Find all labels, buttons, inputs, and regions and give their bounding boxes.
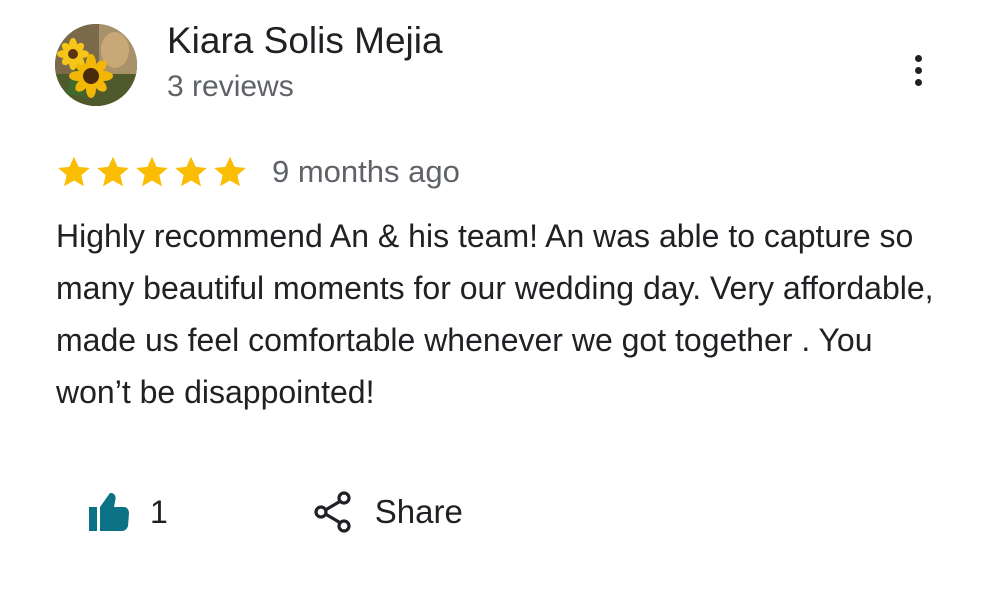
star-icon — [58, 156, 90, 187]
sunflower-avatar-icon — [55, 24, 137, 106]
star-rating — [56, 154, 248, 190]
review-text: Highly recommend An & his team! An was a… — [56, 218, 934, 410]
author-avatar[interactable] — [55, 24, 137, 106]
share-icon — [314, 491, 351, 533]
review-actions: 1 Share — [88, 488, 463, 536]
like-button[interactable]: 1 — [88, 492, 168, 532]
more-options-button[interactable] — [900, 46, 936, 94]
thumbs-up-icon — [89, 493, 129, 531]
review-card: Kiara Solis Mejia 3 reviews 9 months ago… — [0, 0, 986, 603]
share-label: Share — [374, 493, 463, 530]
more-vertical-icon — [914, 54, 922, 62]
star-icon — [175, 156, 207, 187]
rating-row: 9 months ago — [56, 152, 460, 192]
author-review-count[interactable]: 3 reviews — [167, 70, 294, 104]
star-icon — [214, 156, 246, 187]
thumbs-up-icon-hand — [100, 493, 129, 531]
thumbs-up-icon-cuff — [89, 507, 97, 531]
share-button[interactable]: Share — [313, 491, 463, 533]
star-icon — [136, 156, 168, 187]
more-vertical-icon-dot — [914, 78, 922, 86]
author-name[interactable]: Kiara Solis Mejia — [167, 20, 443, 62]
more-vertical-icon-dot — [914, 66, 922, 74]
star-icon — [97, 156, 129, 187]
review-date: 9 months ago — [272, 154, 460, 189]
like-count: 1 — [150, 493, 168, 530]
